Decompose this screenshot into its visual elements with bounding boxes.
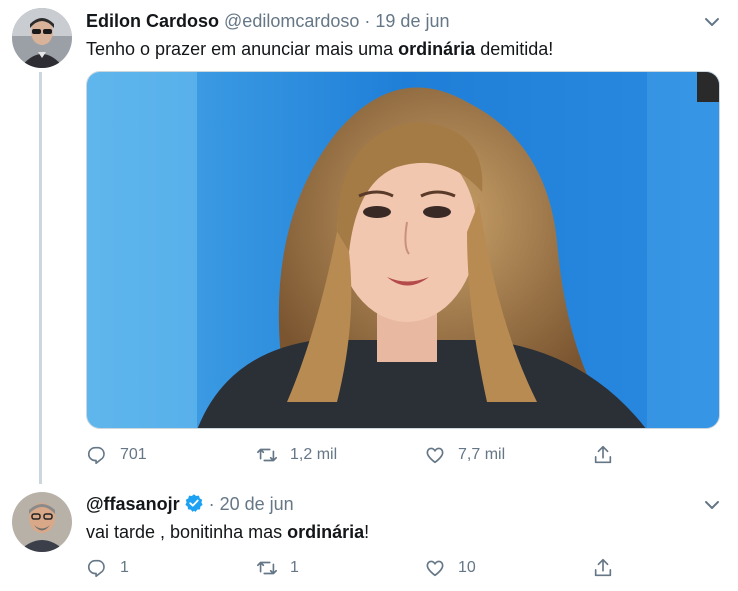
verified-badge-icon [184, 493, 204, 518]
retweet-button[interactable]: 1 [256, 556, 299, 580]
tweet-actions: 1 1 10 [86, 556, 646, 580]
tweet-text-part: Tenho o prazer em anunciar mais uma [86, 39, 399, 59]
reply-count: 1 [120, 559, 129, 576]
like-count: 7,7 mil [458, 446, 506, 463]
tweet-header: @ffasanojr · 20 de jun [86, 493, 294, 518]
avatar[interactable] [12, 492, 72, 552]
chevron-down-icon[interactable] [702, 495, 722, 515]
retweet-icon [257, 448, 277, 462]
separator-dot: · [208, 494, 215, 514]
like-count: 10 [458, 559, 476, 576]
retweet-count: 1,2 mil [290, 446, 338, 463]
avatar-photo [12, 8, 72, 68]
share-button[interactable] [592, 443, 614, 467]
like-icon [426, 560, 444, 577]
tweet-text-part: demitida! [475, 39, 554, 59]
tweet-main[interactable]: Edilon Cardoso @edilomcardoso · 19 de ju… [0, 0, 738, 484]
reply-icon [87, 559, 105, 578]
avatar-photo [12, 492, 72, 552]
chevron-down-icon[interactable] [702, 12, 722, 32]
tweet-header: Edilon Cardoso @edilomcardoso · 19 de ju… [86, 10, 449, 32]
tweet-text: vai tarde , bonitinha mas ordinária! [86, 521, 369, 543]
retweet-icon [257, 561, 277, 575]
separator-dot: · [364, 11, 371, 31]
retweet-button[interactable]: 1,2 mil [256, 443, 337, 467]
author-handle[interactable]: @ffasanojr [86, 494, 180, 514]
thread-line [39, 72, 42, 484]
tweet-text-part: ! [364, 522, 370, 542]
tweet-text-bold: ordinária [287, 522, 365, 542]
like-button[interactable]: 7,7 mil [424, 443, 505, 467]
like-button[interactable]: 10 [424, 556, 476, 580]
tweet-actions: 701 1,2 mil 7,7 mil [86, 443, 646, 467]
reply-button[interactable]: 1 [86, 556, 129, 580]
tweet-date[interactable]: 20 de jun [220, 494, 294, 514]
tweet-text-part: vai tarde , bonitinha mas [86, 522, 288, 542]
share-icon [594, 558, 612, 577]
reply-icon [87, 446, 105, 465]
reply-count: 701 [120, 446, 147, 463]
retweet-count: 1 [290, 559, 299, 576]
like-icon [426, 447, 444, 464]
reply-button[interactable]: 701 [86, 443, 147, 467]
share-icon [594, 445, 612, 464]
media-photo [87, 72, 719, 428]
tweet-date[interactable]: 19 de jun [375, 11, 449, 31]
author-name[interactable]: Edilon Cardoso [86, 11, 219, 31]
tweet-text: Tenho o prazer em anunciar mais uma ordi… [86, 38, 553, 60]
avatar[interactable] [12, 8, 72, 68]
share-button[interactable] [592, 556, 614, 580]
author-handle[interactable]: @edilomcardoso [224, 11, 359, 31]
tweet-media-image[interactable] [86, 71, 720, 429]
tweet-reply[interactable]: @ffasanojr · 20 de jun vai tarde , bonit… [0, 480, 738, 591]
tweet-text-bold: ordinária [398, 39, 476, 59]
